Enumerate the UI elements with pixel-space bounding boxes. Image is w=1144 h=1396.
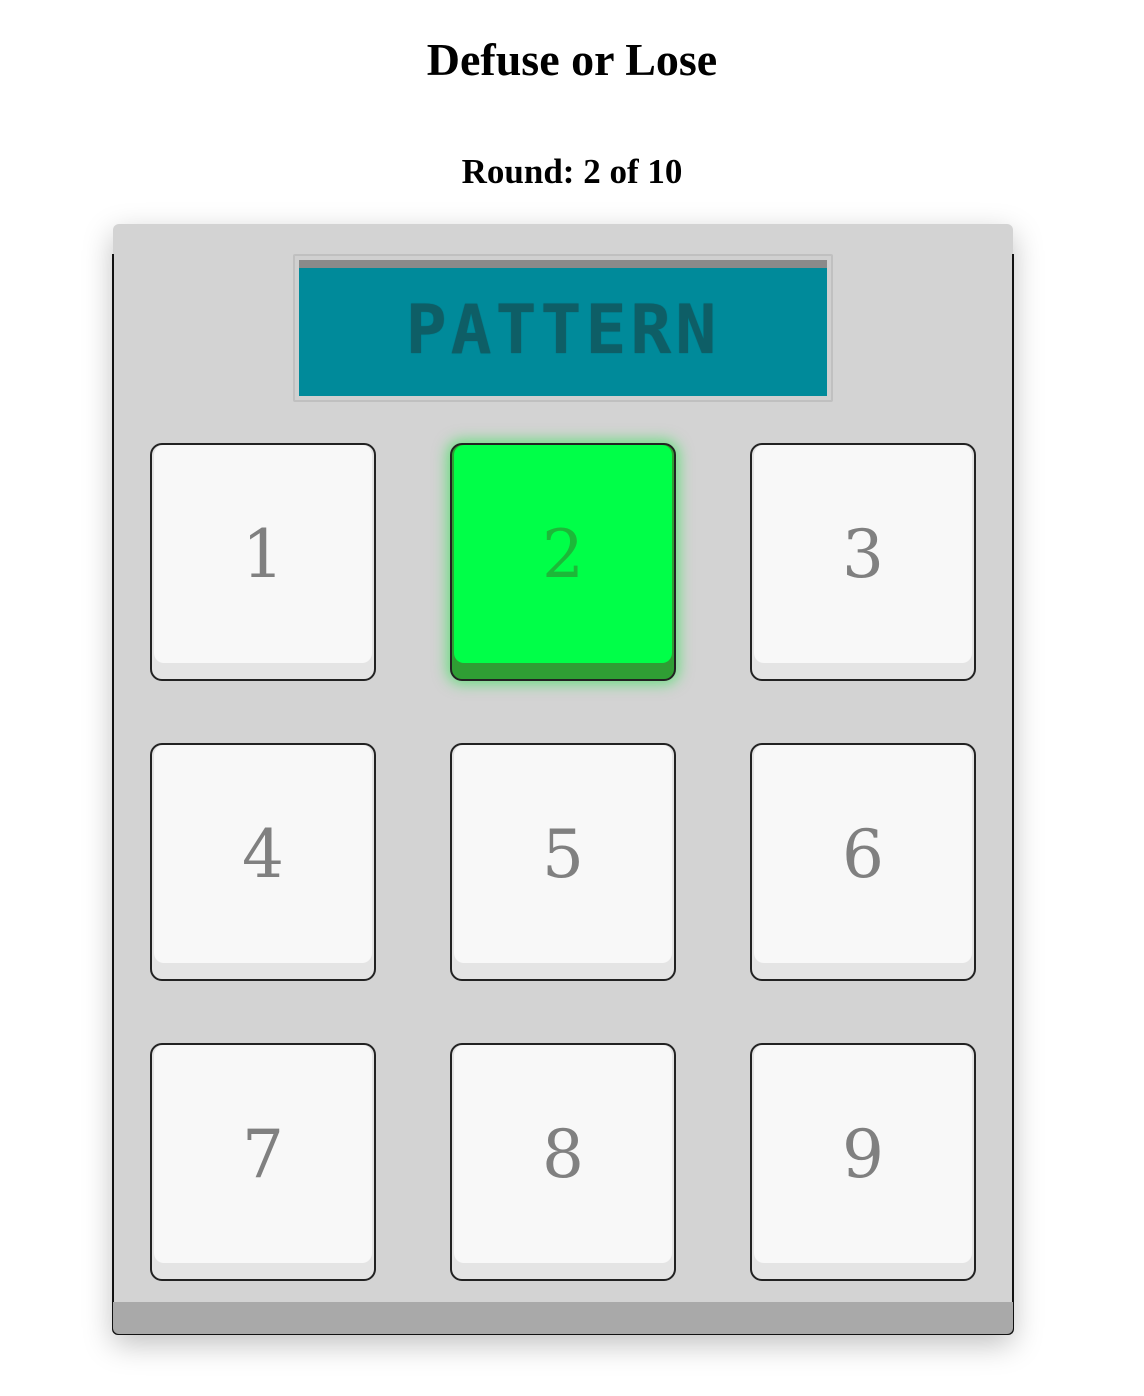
keypad-button-5[interactable]: 5 [450,743,676,981]
keypad-button-label: 3 [754,445,972,663]
keypad-button-label: 9 [754,1045,972,1263]
keypad-button-label: 4 [154,745,372,963]
keypad-button-8[interactable]: 8 [450,1043,676,1281]
keypad-button-label: 5 [454,745,672,963]
keypad-button-6[interactable]: 6 [750,743,976,981]
keypad-button-3[interactable]: 3 [750,443,976,681]
keypad-button-1[interactable]: 1 [150,443,376,681]
keypad-button-4[interactable]: 4 [150,743,376,981]
keypad-button-label: 2 [454,445,672,663]
keypad-button-2[interactable]: 2 [450,443,676,681]
lcd-text: PATTERN [405,290,721,370]
device-base [113,1302,1013,1334]
keypad-button-label: 8 [454,1045,672,1263]
keypad-button-label: 1 [154,445,372,663]
bomb-device: PATTERN 1 2 3 4 5 6 7 8 9 [112,224,1014,1335]
keypad-button-7[interactable]: 7 [150,1043,376,1281]
lcd-screen: PATTERN [299,260,827,396]
lcd-display: PATTERN [293,254,833,402]
keypad-button-9[interactable]: 9 [750,1043,976,1281]
round-indicator: Round: 2 of 10 [461,152,683,191]
keypad-button-label: 6 [754,745,972,963]
page-title: Defuse or Lose [426,34,718,85]
keypad-button-label: 7 [154,1045,372,1263]
